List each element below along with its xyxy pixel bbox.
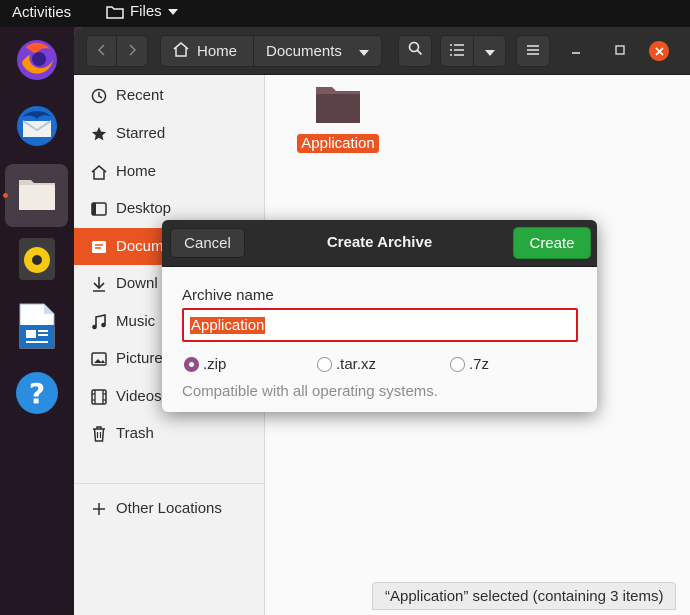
sidebar-item-label: Home xyxy=(116,163,157,180)
create-archive-dialog: Cancel Create Archive Create Archive nam… xyxy=(162,220,597,412)
header-bar: Home Documents xyxy=(74,27,690,75)
help-icon: ? xyxy=(14,370,60,421)
sidebar-item-label: Starred xyxy=(116,125,166,142)
libreoffice-writer-icon xyxy=(18,303,56,354)
format-zip-option[interactable]: .zip xyxy=(184,356,226,373)
sidebar-item-label: Docum xyxy=(116,238,164,255)
breadcrumb-documents-label: Documents xyxy=(266,42,342,60)
caret-down-icon xyxy=(167,8,178,16)
search-button[interactable] xyxy=(398,35,432,67)
dock: ? xyxy=(0,27,74,615)
close-icon xyxy=(649,41,669,61)
caret-down-icon xyxy=(484,43,495,60)
dock-writer[interactable] xyxy=(5,297,68,360)
format-label: .7z xyxy=(469,356,490,373)
app-menu-label: Files xyxy=(130,3,162,20)
status-bar: “Application” selected (containing 3 ite… xyxy=(372,582,677,610)
sidebar-separator xyxy=(74,483,264,484)
format-label: .zip xyxy=(203,356,227,373)
list-view-icon xyxy=(450,43,464,60)
sidebar-item-label: Downl xyxy=(116,275,158,292)
rhythmbox-icon xyxy=(17,237,57,286)
sidebar-item-recent[interactable]: Recent xyxy=(74,77,264,114)
dock-firefox[interactable] xyxy=(5,31,68,94)
sidebar-item-label: Desktop xyxy=(116,200,172,217)
sidebar-item-label: Videos xyxy=(116,388,162,405)
dock-help[interactable]: ? xyxy=(5,364,68,427)
home-icon xyxy=(90,163,108,181)
sidebar-item-label: Picture xyxy=(116,350,163,367)
caret-down-icon xyxy=(359,43,369,60)
dock-files[interactable] xyxy=(5,164,68,227)
video-icon xyxy=(90,388,108,406)
breadcrumb-documents[interactable]: Documents xyxy=(254,35,382,67)
dock-thunderbird[interactable] xyxy=(5,97,68,160)
view-options-button[interactable] xyxy=(474,35,506,67)
format-hint: Compatible with all operating systems. xyxy=(182,383,438,400)
home-icon xyxy=(173,41,189,61)
sidebar-item-label: Other Locations xyxy=(116,500,222,517)
minimize-icon xyxy=(571,42,581,60)
thunderbird-icon xyxy=(14,103,60,154)
sidebar-item-other-locations[interactable]: Other Locations xyxy=(74,490,264,527)
sidebar-item-label: Music xyxy=(116,313,156,330)
hamburger-icon xyxy=(527,42,539,60)
minimize-button[interactable] xyxy=(566,41,586,61)
format-tar-xz-option[interactable]: .tar.xz xyxy=(317,356,376,373)
maximize-button[interactable] xyxy=(610,41,630,61)
trash-icon xyxy=(90,425,108,443)
download-icon xyxy=(90,275,108,293)
format-label: .tar.xz xyxy=(336,356,377,373)
radio-checked-icon xyxy=(184,357,199,372)
list-view-button[interactable] xyxy=(440,35,474,67)
app-menu[interactable]: Files xyxy=(106,3,178,20)
desktop-icon xyxy=(90,200,108,218)
breadcrumb-home-label: Home xyxy=(197,42,238,60)
breadcrumb: Home Documents xyxy=(160,35,382,67)
files-icon xyxy=(17,174,57,217)
firefox-icon xyxy=(14,37,60,88)
view-buttons xyxy=(440,35,506,67)
sidebar-item-label: Trash xyxy=(116,425,154,442)
chevron-left-icon xyxy=(97,43,106,60)
folder-application[interactable]: Application xyxy=(293,83,383,153)
sidebar-item-starred[interactable]: Starred xyxy=(74,115,264,152)
menu-button[interactable] xyxy=(516,35,550,67)
chevron-right-icon xyxy=(128,43,137,60)
folder-label: Application xyxy=(297,134,379,153)
picture-icon xyxy=(90,350,108,368)
close-button[interactable] xyxy=(649,41,669,61)
dock-rhythmbox[interactable] xyxy=(5,230,68,293)
archive-name-input[interactable]: Application xyxy=(182,308,578,342)
nav-buttons xyxy=(86,35,148,67)
sidebar-item-trash[interactable]: Trash xyxy=(74,415,264,452)
dialog-header: Cancel Create Archive Create xyxy=(162,220,597,267)
activities-button[interactable]: Activities xyxy=(12,4,71,21)
document-icon xyxy=(90,238,108,256)
folder-icon xyxy=(314,83,362,130)
top-bar: Activities Files xyxy=(0,0,690,27)
clock-icon xyxy=(90,87,108,105)
running-indicator xyxy=(3,193,8,198)
radio-unchecked-icon xyxy=(317,357,332,372)
plus-icon xyxy=(90,500,108,518)
star-icon xyxy=(90,125,108,143)
format-7z-option[interactable]: .7z xyxy=(450,356,489,373)
breadcrumb-home[interactable]: Home xyxy=(160,35,254,67)
svg-text:?: ? xyxy=(28,377,44,410)
folder-icon xyxy=(106,5,124,19)
forward-button[interactable] xyxy=(117,35,148,67)
sidebar-item-label: Recent xyxy=(116,87,164,104)
sidebar-item-home[interactable]: Home xyxy=(74,153,264,190)
archive-name-value: Application xyxy=(190,316,266,334)
music-icon xyxy=(90,313,108,331)
maximize-icon xyxy=(615,42,625,60)
radio-unchecked-icon xyxy=(450,357,465,372)
search-icon xyxy=(408,41,423,61)
archive-name-label: Archive name xyxy=(182,287,274,304)
back-button[interactable] xyxy=(86,35,117,67)
create-button[interactable]: Create xyxy=(513,227,591,259)
